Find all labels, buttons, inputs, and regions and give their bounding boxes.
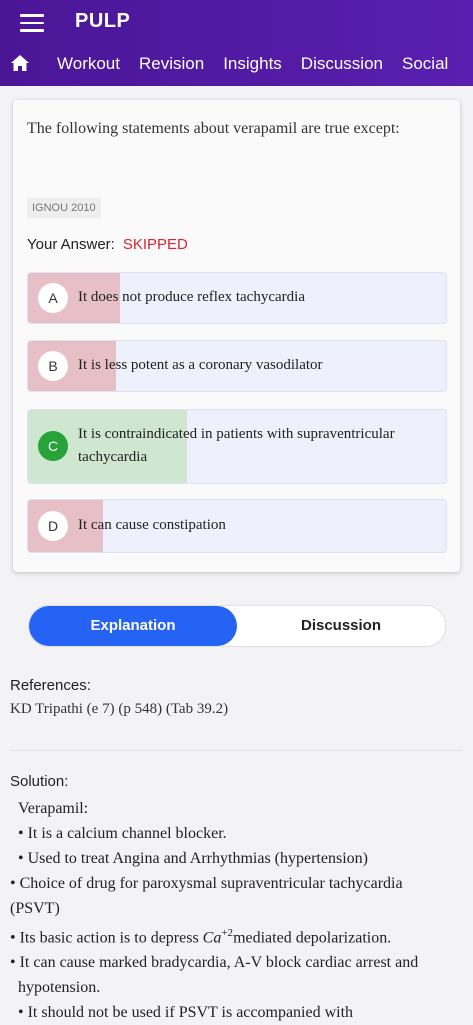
menu-icon[interactable] — [20, 14, 44, 32]
your-answer-value: SKIPPED — [122, 236, 188, 253]
tab-workout[interactable]: Workout — [57, 54, 120, 73]
nav-tabs: Workout Revision Insights Discussion Social — [57, 54, 467, 74]
calcium-symbol: Ca — [202, 929, 222, 947]
tab-insights[interactable]: Insights — [223, 54, 282, 73]
question-text: The following statements about verapamil… — [27, 120, 400, 137]
home-icon[interactable] — [10, 54, 30, 72]
solution-body: Verapamil: • It is a calcium channel blo… — [10, 796, 455, 1025]
solution-heading: Verapamil: — [18, 800, 89, 817]
references-title: References: — [10, 677, 91, 694]
tab-discussion[interactable]: Discussion — [301, 54, 383, 73]
option-a-text: It does not produce reflex tachycardia — [78, 289, 305, 305]
option-d[interactable]: D It can cause constipation — [27, 499, 447, 553]
solution-line-suffix: mediated depolarization. — [233, 929, 392, 947]
calcium-charge: +2 — [221, 927, 234, 939]
explanation-discussion-toggle: Explanation Discussion — [28, 605, 446, 647]
your-answer-row: Your Answer: SKIPPED — [27, 236, 188, 253]
option-c-letter: C — [38, 431, 68, 461]
solution-line: • It should not be used if PSVT is accom… — [18, 1004, 354, 1022]
references-text: KD Tripathi (e 7) (p 548) (Tab 39.2) — [10, 701, 229, 717]
solution-line: • It can cause marked bradycardia, A-V b… — [10, 954, 419, 997]
divider — [10, 750, 463, 751]
option-a-letter: A — [38, 283, 68, 313]
solution-line-prefix: • Its basic action is to depress — [10, 929, 203, 947]
solution-title: Solution: — [10, 773, 69, 790]
solution-line: • Choice of drug for paroxysmal supraven… — [10, 875, 403, 917]
solution-line: • It is a calcium channel blocker. — [18, 825, 227, 842]
option-b-text: It is less potent as a coronary vasodila… — [78, 357, 323, 373]
solution-line: • Its basic action is to depress Ca+2med… — [10, 921, 455, 950]
app-bar: PULP Workout Revision Insights Discussion So… — [0, 0, 473, 86]
option-c-text: It is contraindicated in patients with s… — [78, 426, 395, 465]
your-answer-label: Your Answer: — [27, 236, 115, 253]
option-b[interactable]: B It is less potent as a coronary vasodi… — [27, 340, 447, 392]
app-title: PULP — [75, 10, 131, 32]
exam-tag: IGNOU 2010 — [27, 198, 101, 218]
option-a[interactable]: A It does not produce reflex tachycardia — [27, 272, 447, 324]
option-d-letter: D — [38, 511, 68, 541]
question-card: The following statements about verapamil… — [13, 100, 460, 572]
option-c[interactable]: C It is contraindicated in patients with… — [27, 409, 447, 484]
tab-revision[interactable]: Revision — [139, 54, 204, 73]
discussion-tab[interactable]: Discussion — [237, 606, 445, 646]
option-b-letter: B — [38, 351, 68, 381]
explanation-tab[interactable]: Explanation — [29, 606, 237, 646]
tab-social[interactable]: Social — [402, 54, 448, 73]
option-d-text: It can cause constipation — [78, 517, 226, 533]
solution-line: • Used to treat Angina and Arrhythmias (… — [18, 850, 368, 867]
